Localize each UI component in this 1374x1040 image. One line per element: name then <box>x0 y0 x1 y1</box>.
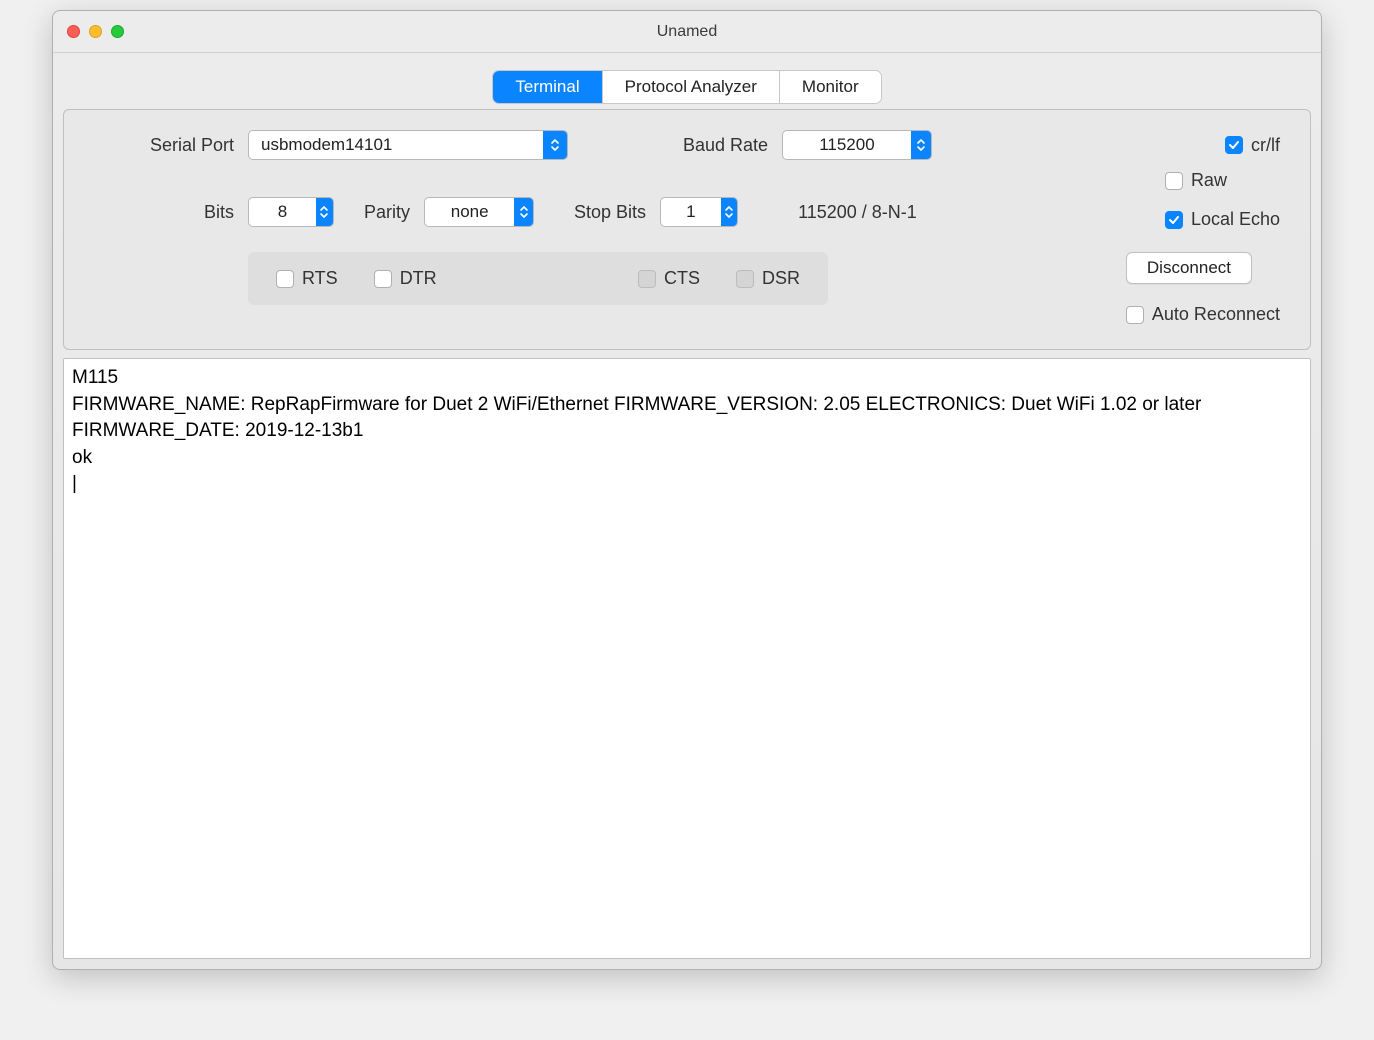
dtr-checkbox[interactable] <box>374 270 392 288</box>
baud-rate-label: Baud Rate <box>608 135 768 156</box>
cts-label: CTS <box>664 268 700 289</box>
content-area: Terminal Protocol Analyzer Monitor Seria… <box>53 53 1321 969</box>
signals-box: RTS DTR CTS D <box>248 252 828 305</box>
disconnect-button[interactable]: Disconnect <box>1126 252 1252 284</box>
close-icon[interactable] <box>67 25 80 38</box>
parity-value: none <box>425 198 514 226</box>
titlebar: Unamed <box>53 11 1321 53</box>
localecho-label: Local Echo <box>1191 209 1280 230</box>
rts-checkbox[interactable] <box>276 270 294 288</box>
dtr-label: DTR <box>400 268 437 289</box>
dtr-checkbox-row: DTR <box>374 268 437 289</box>
dsr-label: DSR <box>762 268 800 289</box>
tab-terminal[interactable]: Terminal <box>493 71 602 103</box>
minimize-icon[interactable] <box>89 25 102 38</box>
stopbits-select[interactable]: 1 <box>660 197 738 227</box>
row-signals: RTS DTR CTS D <box>94 252 1280 325</box>
controls-panel: Serial Port usbmodem14101 Baud Rate 1152… <box>63 109 1311 350</box>
chevron-updown-icon <box>514 198 533 226</box>
parity-label: Parity <box>364 202 410 223</box>
dsr-indicator-row: DSR <box>736 268 800 289</box>
serial-port-select[interactable]: usbmodem14101 <box>248 130 568 160</box>
bits-select[interactable]: 8 <box>248 197 334 227</box>
tab-segmented-control: Terminal Protocol Analyzer Monitor <box>493 71 880 103</box>
terminal-output-text: M115 FIRMWARE_NAME: RepRapFirmware for D… <box>72 367 1207 468</box>
raw-checkbox[interactable] <box>1165 172 1183 190</box>
window-title: Unamed <box>53 23 1321 41</box>
crlf-checkbox[interactable] <box>1225 136 1243 154</box>
stopbits-label: Stop Bits <box>574 202 646 223</box>
bits-label: Bits <box>94 202 234 223</box>
autoreconnect-checkbox-row: Auto Reconnect <box>1126 304 1280 325</box>
localecho-checkbox-row: Local Echo <box>1165 209 1280 230</box>
crlf-label: cr/lf <box>1251 135 1280 156</box>
baud-rate-select[interactable]: 115200 <box>782 130 932 160</box>
rts-label: RTS <box>302 268 338 289</box>
dsr-indicator <box>736 270 754 288</box>
baud-rate-value: 115200 <box>783 131 911 159</box>
stopbits-value: 1 <box>661 198 721 226</box>
zoom-icon[interactable] <box>111 25 124 38</box>
tab-monitor[interactable]: Monitor <box>780 71 881 103</box>
app-window: Unamed Terminal Protocol Analyzer Monito… <box>52 10 1322 970</box>
rts-checkbox-row: RTS <box>276 268 338 289</box>
chevron-updown-icon <box>316 198 333 226</box>
localecho-checkbox[interactable] <box>1165 211 1183 229</box>
chevron-updown-icon <box>543 131 567 159</box>
raw-checkbox-row: Raw <box>1165 170 1227 191</box>
autoreconnect-label: Auto Reconnect <box>1152 304 1280 325</box>
cts-indicator-row: CTS <box>638 268 700 289</box>
parity-select[interactable]: none <box>424 197 534 227</box>
serial-port-value: usbmodem14101 <box>249 131 404 159</box>
terminal-cursor <box>72 473 77 494</box>
bits-value: 8 <box>249 198 316 226</box>
chevron-updown-icon <box>721 198 737 226</box>
tab-protocol-analyzer[interactable]: Protocol Analyzer <box>603 71 780 103</box>
row-port-baud: Serial Port usbmodem14101 Baud Rate 1152… <box>94 130 1280 160</box>
tabs-row: Terminal Protocol Analyzer Monitor <box>63 53 1311 109</box>
raw-label: Raw <box>1191 170 1227 191</box>
chevron-updown-icon <box>911 131 931 159</box>
serial-status: 115200 / 8-N-1 <box>798 202 917 223</box>
cts-indicator <box>638 270 656 288</box>
traffic-lights <box>67 25 124 38</box>
autoreconnect-checkbox[interactable] <box>1126 306 1144 324</box>
serial-port-label: Serial Port <box>94 135 234 156</box>
crlf-checkbox-row: cr/lf <box>1225 135 1280 156</box>
terminal-output[interactable]: M115 FIRMWARE_NAME: RepRapFirmware for D… <box>63 358 1311 959</box>
row-bits-parity: Bits 8 Parity none Stop Bits 1 <box>94 182 1280 242</box>
